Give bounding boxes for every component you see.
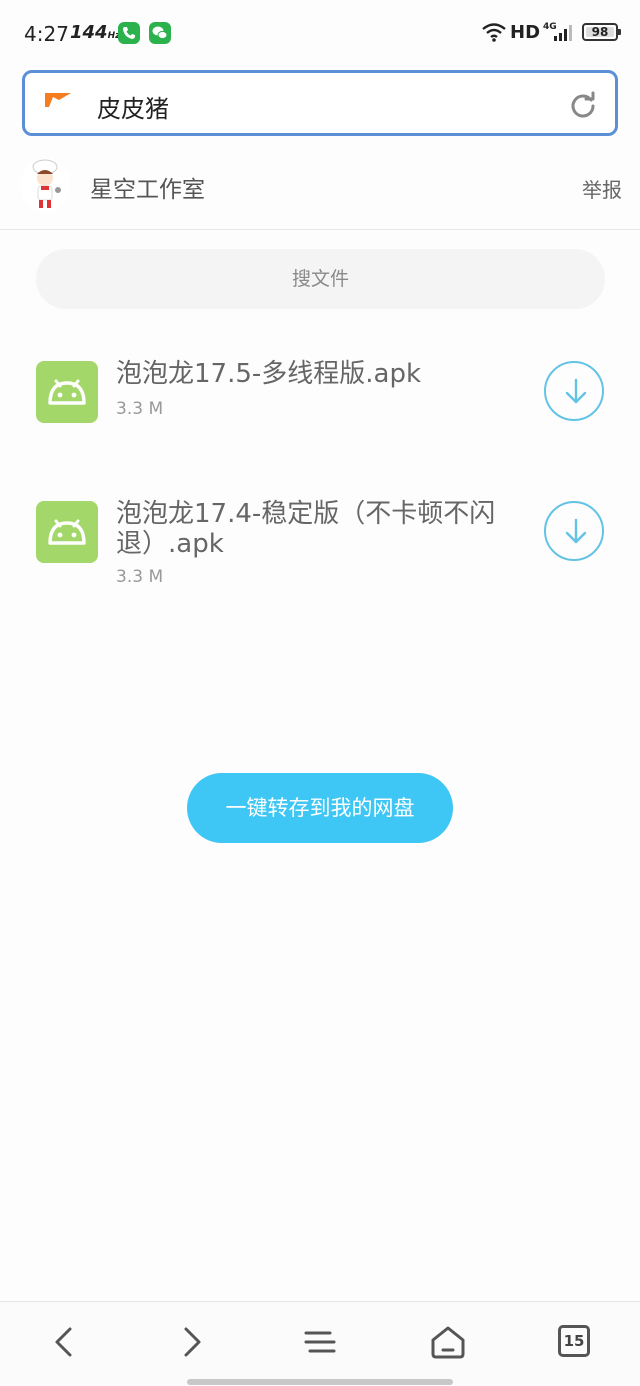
chevron-left-icon xyxy=(55,1327,72,1357)
forward-button[interactable] xyxy=(172,1322,212,1362)
home-indicator[interactable] xyxy=(187,1379,453,1385)
file-name[interactable]: 泡泡龙17.4-稳定版（不卡顿不闪退）.apk xyxy=(116,499,526,559)
signal-icon xyxy=(554,25,572,41)
download-button[interactable] xyxy=(544,501,604,561)
refresh-rate-value: 144 xyxy=(70,22,108,43)
tabs-button[interactable]: 15 xyxy=(556,1322,596,1362)
android-icon xyxy=(36,361,98,423)
bottom-nav: 15 xyxy=(0,1301,640,1386)
status-bar: 4:27 144Hz HD 4G 98 xyxy=(0,0,640,66)
file-size: 3.3 M xyxy=(116,399,164,419)
android-icon xyxy=(36,501,98,563)
reload-icon[interactable] xyxy=(569,91,597,119)
chevron-right-icon xyxy=(184,1327,201,1357)
battery-icon: 98 xyxy=(582,23,621,41)
download-button[interactable] xyxy=(544,361,604,421)
author-name: 星空工作室 xyxy=(90,177,205,203)
author-row: 星空工作室 举报 xyxy=(0,150,640,230)
address-text[interactable]: 皮皮猪 xyxy=(97,89,169,124)
refresh-rate: 144Hz xyxy=(70,22,120,43)
menu-icon xyxy=(304,1331,336,1353)
file-list-item[interactable]: 泡泡龙17.5-多线程版.apk 3.3 M xyxy=(0,355,640,445)
tabs-count: 15 xyxy=(558,1325,590,1357)
search-file-button[interactable]: 搜文件 xyxy=(36,249,605,309)
file-name[interactable]: 泡泡龙17.5-多线程版.apk xyxy=(116,359,526,389)
orange-flag-logo-icon xyxy=(45,93,71,107)
network-hd-label: HD xyxy=(510,22,541,43)
chef-avatar-icon[interactable] xyxy=(20,158,70,212)
download-arrow-icon xyxy=(565,378,587,404)
menu-button[interactable] xyxy=(300,1322,340,1362)
save-to-cloud-button[interactable]: 一键转存到我的网盘 xyxy=(187,773,453,843)
wifi-icon xyxy=(482,23,506,42)
download-arrow-icon xyxy=(565,518,587,544)
report-link[interactable]: 举报 xyxy=(582,174,622,203)
wechat-app-icon xyxy=(149,22,171,44)
home-button[interactable] xyxy=(428,1322,468,1362)
back-button[interactable] xyxy=(44,1322,84,1362)
file-list-item[interactable]: 泡泡龙17.4-稳定版（不卡顿不闪退）.apk 3.3 M xyxy=(0,495,640,595)
file-size: 3.3 M xyxy=(116,567,164,587)
status-time: 4:27 xyxy=(24,22,69,46)
battery-text: 98 xyxy=(591,25,609,39)
phone-app-icon xyxy=(118,22,140,44)
home-icon xyxy=(431,1326,465,1359)
address-bar[interactable]: 皮皮猪 xyxy=(22,70,618,136)
